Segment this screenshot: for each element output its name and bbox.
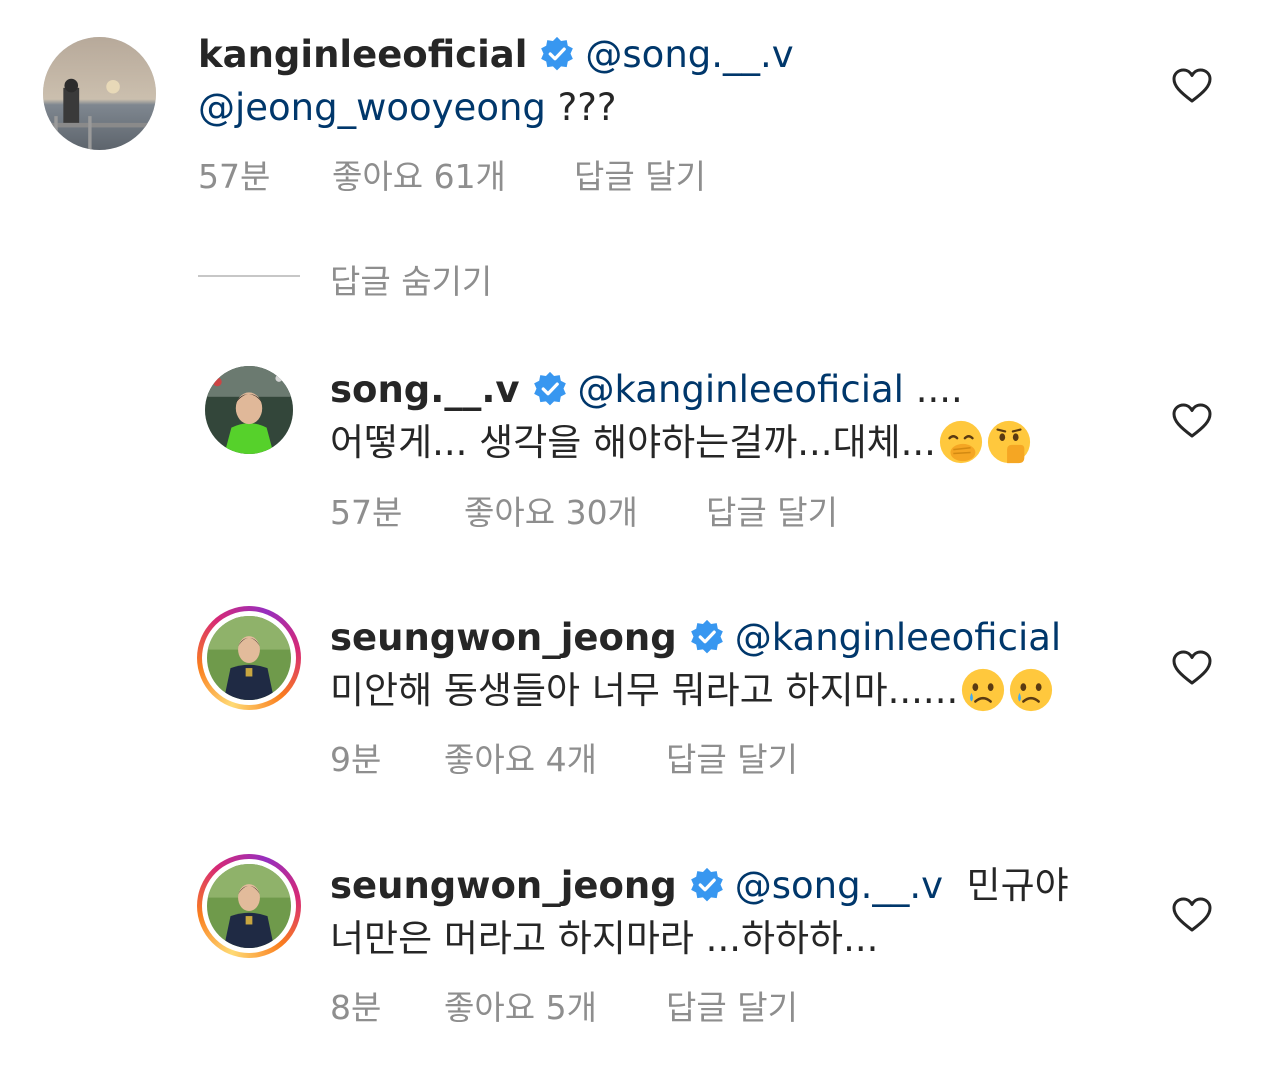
story-ring[interactable] [197, 606, 301, 710]
mention-link[interactable]: @kanginleeoficial [578, 368, 904, 411]
verified-badge-icon [533, 371, 566, 406]
heart-icon[interactable] [1172, 650, 1212, 686]
replies-divider [198, 275, 300, 277]
timestamp: 8분 [330, 988, 382, 1027]
reply-button[interactable]: 답글 달기 [666, 733, 798, 781]
mention-link[interactable]: @song.__.v [585, 33, 793, 76]
heart-icon[interactable] [1172, 403, 1212, 439]
username[interactable]: seungwon_jeong [330, 616, 677, 659]
timestamp: 9분 [330, 740, 382, 779]
verified-badge-icon [690, 867, 723, 902]
verified-badge-icon [690, 619, 723, 654]
comment-body: .... [903, 368, 963, 411]
reply-button[interactable]: 답글 달기 [666, 981, 798, 1029]
avatar-image [207, 616, 291, 700]
comment-body: ??? [545, 86, 617, 129]
comment-body: 민규야 [943, 864, 1069, 907]
like-count[interactable]: 좋아요 4개 [444, 733, 666, 781]
face-with-hand-over-mouth-emoji [987, 420, 1031, 464]
hide-replies-button[interactable]: 답글 숨기기 [330, 255, 492, 303]
story-ring[interactable] [197, 854, 301, 958]
username[interactable]: song.__.v [330, 368, 520, 411]
reply-button[interactable]: 답글 달기 [706, 486, 838, 534]
comment-meta: 57분 좋아요 30개 답글 달기 [330, 486, 838, 534]
comment-meta: 57분 좋아요 61개 답글 달기 [198, 150, 706, 198]
comment-text: seungwon_jeong @kanginleeoficial 미안해 동생들아… [330, 611, 1061, 717]
comment-body: 너만은 머라고 하지마라 ...하하하... [330, 917, 879, 960]
mention-link[interactable]: @kanginleeoficial [735, 616, 1061, 659]
like-count[interactable]: 좋아요 5개 [444, 981, 666, 1029]
avatar-image [207, 864, 291, 948]
like-count[interactable]: 좋아요 61개 [332, 150, 574, 198]
avatar[interactable] [205, 366, 293, 454]
comment-body: 어떻게... 생각을 해야하는걸까...대체... [330, 421, 936, 464]
crying-face-emoji [1010, 668, 1053, 712]
avatar [207, 616, 291, 700]
comment-meta: 9분 좋아요 4개 답글 달기 [330, 733, 798, 781]
mention-link[interactable]: @jeong_wooyeong [198, 86, 546, 129]
comment-text: song.__.v @kanginleeoficial .... 어떻게... 생… [330, 363, 1032, 469]
hand-over-mouth-emoji [939, 420, 983, 464]
timestamp: 57분 [330, 493, 403, 532]
verified-badge-icon [541, 36, 574, 71]
mention-link[interactable]: @song.__.v [735, 864, 943, 907]
comment-text: kanginleeoficial @song.__.v @jeong_wooyeo… [198, 28, 794, 134]
username[interactable]: seungwon_jeong [330, 864, 677, 907]
comment-meta: 8분 좋아요 5개 답글 달기 [330, 981, 798, 1029]
comment-text: seungwon_jeong @song.__.v 민규야 너만은 머라고 하지마… [330, 859, 1069, 965]
avatar[interactable] [43, 37, 156, 150]
avatar-image [43, 37, 156, 150]
crying-face-emoji [962, 668, 1005, 712]
heart-icon[interactable] [1172, 897, 1212, 933]
timestamp: 57분 [198, 157, 271, 196]
heart-icon[interactable] [1172, 68, 1212, 104]
like-count[interactable]: 좋아요 30개 [464, 486, 706, 534]
avatar-image [205, 366, 293, 454]
avatar [207, 864, 291, 948]
comment-body: 미안해 동생들아 너무 뭐라고 하지마...... [330, 669, 959, 712]
username[interactable]: kanginleeoficial [198, 33, 527, 76]
reply-button[interactable]: 답글 달기 [574, 150, 706, 198]
